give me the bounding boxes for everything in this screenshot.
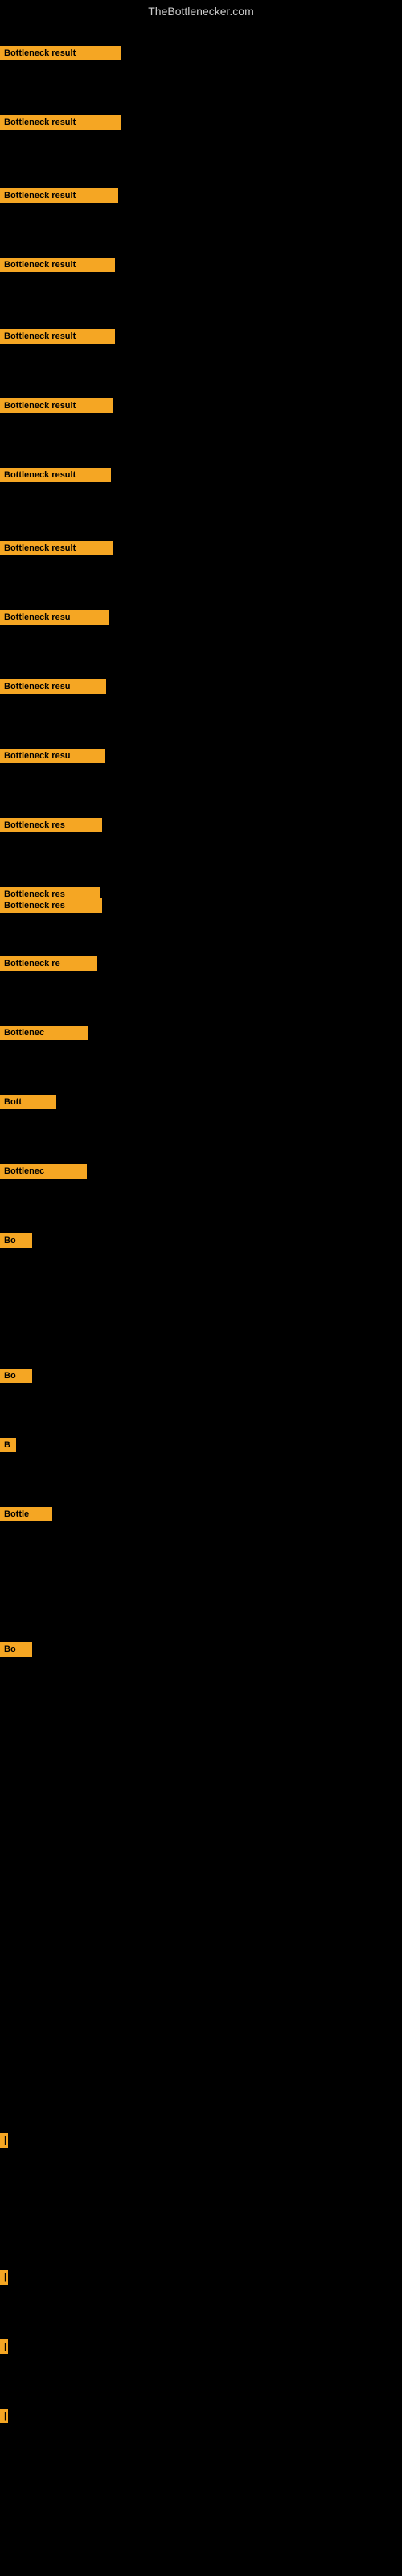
bottleneck-badge: Bottleneck resu: [0, 610, 109, 625]
bottleneck-badge: B: [0, 1438, 16, 1452]
bottleneck-badge: Bott: [0, 1095, 56, 1109]
bottleneck-badge: Bottleneck result: [0, 115, 121, 130]
bottleneck-badge: Bottleneck result: [0, 188, 118, 203]
bottleneck-badge: Bo: [0, 1233, 32, 1248]
bottleneck-badge: Bottleneck res: [0, 898, 102, 913]
bottleneck-badge: Bottleneck result: [0, 541, 113, 555]
bottleneck-badge: Bo: [0, 1642, 32, 1657]
bottleneck-badge: |: [0, 2339, 8, 2354]
bottleneck-badge: Bottleneck result: [0, 398, 113, 413]
bottleneck-badge: Bottleneck result: [0, 46, 121, 60]
bottleneck-badge: Bottleneck res: [0, 818, 102, 832]
bottleneck-badge: Bo: [0, 1368, 32, 1383]
bottleneck-badge: Bottleneck re: [0, 956, 97, 971]
bottleneck-badge: Bottleneck resu: [0, 679, 106, 694]
bottleneck-badge: Bottleneck resu: [0, 749, 105, 763]
bottleneck-badge: |: [0, 2133, 8, 2148]
bottleneck-badge: Bottlenec: [0, 1026, 88, 1040]
bottleneck-badge: Bottleneck result: [0, 258, 115, 272]
bottleneck-badge: Bottlenec: [0, 1164, 87, 1179]
bottleneck-badge: Bottleneck result: [0, 329, 115, 344]
bottleneck-badge: Bottleneck result: [0, 468, 111, 482]
bottleneck-badge: |: [0, 2270, 8, 2285]
site-title: TheBottlenecker.com: [0, 0, 402, 21]
bottleneck-badge: |: [0, 2409, 8, 2423]
bottleneck-badge: Bottle: [0, 1507, 52, 1521]
